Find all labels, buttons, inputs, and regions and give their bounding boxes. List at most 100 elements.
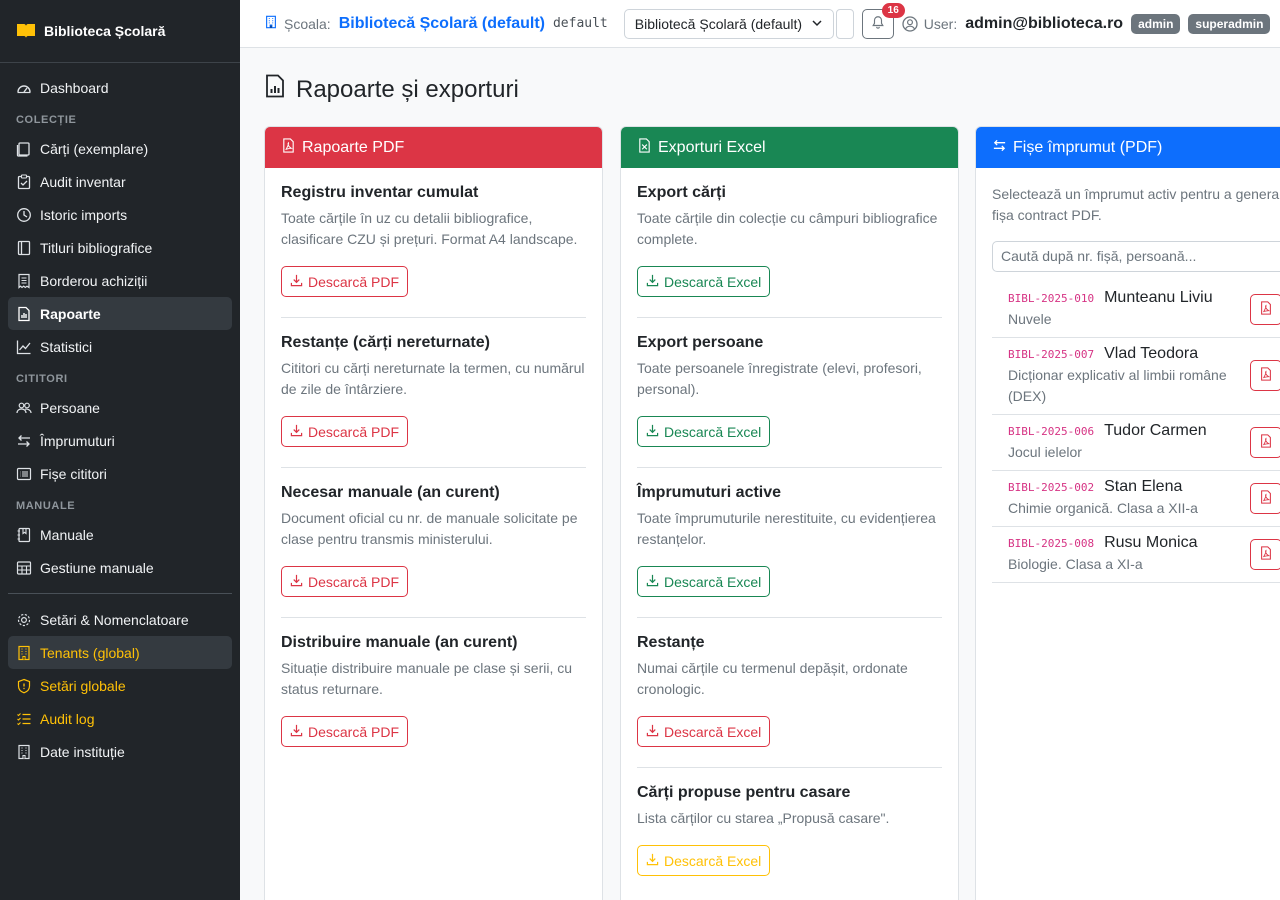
- section-colectie: COLECȚIE: [16, 114, 77, 126]
- speedometer-icon: [16, 80, 32, 96]
- button-label: Descarcă Excel: [664, 852, 762, 869]
- sidebar-item-date-institutie[interactable]: Date instituție: [8, 735, 232, 768]
- sidebar-item-label: Persoane: [40, 399, 100, 416]
- sidebar-item-rapoarte[interactable]: Rapoarte: [8, 297, 232, 330]
- sidebar-item-setari-nomenclatoare[interactable]: Setări & Nomenclatoare: [8, 603, 232, 636]
- file-excel-icon: [637, 137, 658, 158]
- sidebar-item-dashboard[interactable]: Dashboard: [8, 71, 232, 104]
- notifications-button[interactable]: 16: [861, 2, 905, 39]
- gear-icon: [16, 612, 32, 628]
- download-excel-button[interactable]: Descarcă Excel: [637, 266, 771, 297]
- download-pdf-button[interactable]: Descarcă PDF: [281, 566, 409, 597]
- generate-pdf-button[interactable]: [1250, 360, 1280, 391]
- user-label: User:: [923, 15, 958, 32]
- page-title: Rapoarte și exporturi: [264, 74, 519, 105]
- file-pdf-icon: [1259, 433, 1273, 451]
- download-excel-button[interactable]: Descarcă Excel: [637, 566, 771, 597]
- brand-name: Biblioteca Școlară: [44, 23, 166, 39]
- list-check-icon: [16, 711, 32, 727]
- excel-exports-title: Exporturi Excel: [658, 138, 766, 156]
- school-code: default: [552, 16, 608, 31]
- file-pdf-icon: [1259, 367, 1273, 384]
- export-title: Cărți propuse pentru casare: [637, 784, 851, 801]
- export-title: Împrumuturi active: [637, 484, 782, 501]
- sidebar-item-statistici[interactable]: Statistici: [8, 330, 232, 363]
- download-pdf-button[interactable]: Descarcă PDF: [281, 416, 409, 447]
- table-icon: [16, 560, 32, 576]
- pdf-reports-title: Rapoarte PDF: [302, 138, 405, 156]
- download-pdf-button[interactable]: Descarcă PDF: [281, 716, 409, 747]
- card-list-icon: [16, 466, 32, 482]
- download-excel-button[interactable]: Descarcă Excel: [637, 845, 771, 876]
- list-item[interactable]: BIBL-2025-008 Rusu Monica Biologie. Clasa…: [992, 527, 1280, 583]
- list-item[interactable]: BIBL-2025-007 Vlad Teodora Dicționar expl…: [992, 338, 1280, 415]
- user-email: admin@biblioteca.ro: [965, 14, 1124, 32]
- people-icon: [16, 400, 32, 416]
- sidebar-item-borderou[interactable]: Borderou achiziții: [8, 264, 232, 297]
- topbar: Școala: Bibliotecă Școlară (default) def…: [240, 0, 1280, 48]
- generate-pdf-button[interactable]: [1250, 538, 1280, 570]
- download-excel-button[interactable]: Descarcă Excel: [637, 416, 771, 447]
- generate-pdf-button[interactable]: [1250, 482, 1280, 514]
- sidebar-item-audit-inventar[interactable]: Audit inventar: [8, 165, 232, 198]
- sidebar-item-imprumuturi[interactable]: Împrumuturi: [8, 424, 232, 457]
- sidebar-item-setari-globale[interactable]: Setări globale: [8, 669, 232, 702]
- sidebar-item-label: Setări & Nomenclatoare: [40, 611, 189, 628]
- loan-code: BIBL-2025-002: [1008, 481, 1095, 494]
- school-select-addon[interactable]: [835, 8, 854, 39]
- loan-book-title: Biologie. Clasa a XI-a: [1008, 556, 1143, 572]
- sidebar-item-label: Gestiune manuale: [40, 559, 154, 576]
- file-pdf-icon: [1259, 300, 1273, 318]
- report-desc: Situație distribuire manuale pe clase și…: [281, 660, 573, 697]
- notifications-badge: 16: [881, 2, 905, 18]
- generate-pdf-button[interactable]: [1250, 426, 1280, 458]
- list-item[interactable]: BIBL-2025-010 Munteanu Liviu Nuvele: [992, 282, 1280, 338]
- sidebar-item-carti[interactable]: Cărți (exemplare): [8, 132, 232, 165]
- sidebar-item-tenants[interactable]: Tenants (global): [8, 636, 232, 669]
- arrow-left-right-icon: [16, 433, 32, 449]
- sidebar-item-audit-log[interactable]: Audit log: [8, 702, 232, 735]
- report-title: Registru inventar cumulat: [281, 184, 479, 201]
- download-excel-button[interactable]: Descarcă Excel: [637, 716, 771, 747]
- excel-exports-header: Exporturi Excel: [621, 127, 958, 168]
- generate-pdf-button[interactable]: [1250, 293, 1280, 325]
- button-label: Descarcă PDF: [308, 573, 400, 590]
- list-item[interactable]: BIBL-2025-002 Stan Elena Chimie organică.…: [992, 471, 1280, 527]
- loan-sheets-header: Fișe împrumut (PDF): [976, 127, 1280, 168]
- sidebar-item-label: Istoric imports: [40, 206, 128, 223]
- sidebar-item-fise-cititori[interactable]: Fișe cititori: [8, 457, 232, 490]
- button-label: Descarcă PDF: [308, 273, 400, 290]
- button-label: Descarcă PDF: [308, 723, 400, 740]
- export-desc: Numai cărțile cu termenul depășit, ordon…: [637, 660, 908, 697]
- journal-bookmark-icon: [16, 527, 32, 543]
- report-item: Necesar manuale (an curent) Document ofi…: [281, 468, 586, 618]
- export-item: Cărți propuse pentru casare Lista cărțil…: [637, 768, 942, 896]
- building-icon: [16, 744, 32, 760]
- intro-line: fișa contract PDF.: [992, 207, 1102, 223]
- sidebar-item-label: Fișe cititori: [40, 465, 107, 482]
- sidebar-item-istoric-imports[interactable]: Istoric imports: [8, 198, 232, 231]
- sidebar-item-persoane[interactable]: Persoane: [8, 391, 232, 424]
- sidebar-item-manuale[interactable]: Manuale: [8, 518, 232, 551]
- sidebar-item-label: Dashboard: [40, 79, 109, 96]
- clock-history-icon: [16, 207, 32, 223]
- download-icon: [290, 574, 308, 590]
- sidebar-item-gestiune-manuale[interactable]: Gestiune manuale: [8, 551, 232, 584]
- sidebar-item-titluri[interactable]: Titluri bibliografice: [8, 231, 232, 264]
- export-desc: Lista cărților cu starea „Propusă casare…: [637, 810, 890, 826]
- school-select[interactable]: Bibliotecă Școlară (default): [623, 8, 834, 39]
- journals-icon: [16, 141, 32, 157]
- page-title-text: Rapoarte și exporturi: [296, 75, 519, 103]
- pdf-reports-body: Registru inventar cumulat Toate cărțile …: [265, 168, 602, 767]
- export-item: Restanțe Numai cărțile cu termenul depăș…: [637, 618, 942, 768]
- export-item: Împrumuturi active Toate împrumuturile n…: [637, 468, 942, 618]
- building-icon: [264, 14, 278, 33]
- list-item[interactable]: BIBL-2025-006 Tudor Carmen Jocul ielelor: [992, 415, 1280, 471]
- file-pdf-icon: [1259, 489, 1273, 507]
- brand[interactable]: Biblioteca Școlară: [0, 0, 240, 63]
- pdf-reports-header: Rapoarte PDF: [265, 127, 602, 168]
- clipboard-check-icon: [16, 173, 32, 190]
- loan-search-input[interactable]: Caută după nr. fișă, persoană...: [992, 241, 1280, 272]
- download-pdf-button[interactable]: Descarcă PDF: [281, 266, 409, 297]
- loan-sheets-intro: Selectează un împrumut activ pentru a ge…: [976, 168, 1280, 226]
